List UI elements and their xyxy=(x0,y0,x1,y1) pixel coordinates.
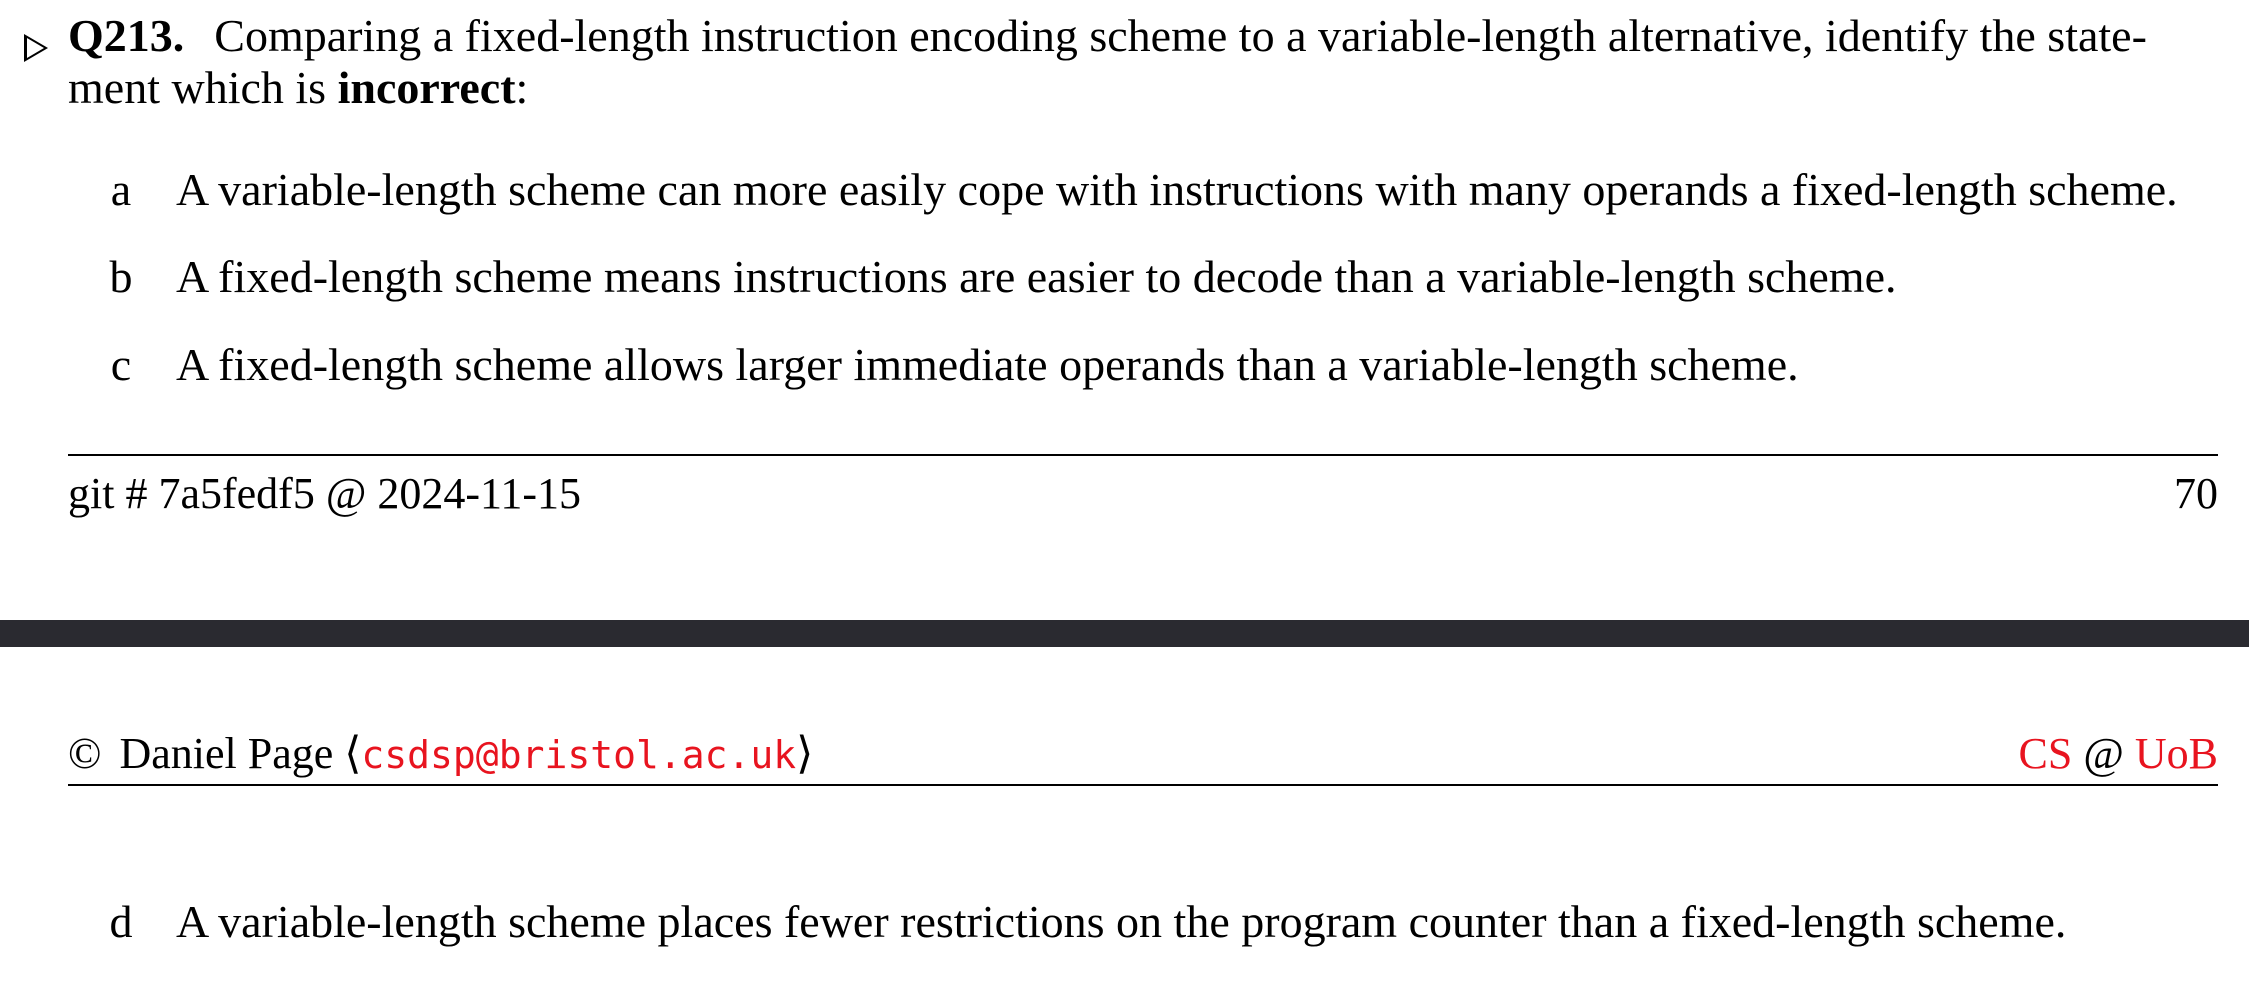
option-letter: d xyxy=(109,896,133,947)
triangle-marker-icon xyxy=(24,34,48,62)
option-letter: c xyxy=(110,339,132,390)
option-text: A fixed-length scheme allows larger imme… xyxy=(176,339,1799,390)
copyright-symbol: © xyxy=(68,729,102,778)
footer-rule xyxy=(68,454,2218,456)
email-link[interactable]: csdsp@bristol.ac.uk xyxy=(361,733,796,777)
at-symbol: @ xyxy=(2083,729,2124,778)
page-header: © Daniel Page ⟨csdsp@bristol.ac.uk⟩ CS @ … xyxy=(68,728,2218,786)
option-text: A fixed-length scheme means instructions… xyxy=(176,251,1897,302)
author-name: Daniel Page xyxy=(119,729,334,778)
open-bracket: ⟨ xyxy=(344,729,362,778)
question-number: Q213. xyxy=(68,10,185,61)
footer-page-number: 70 xyxy=(2174,469,2218,518)
footer-git-info: git # 7a5fedf5 @ 2024-11-15 xyxy=(68,469,582,518)
document-page: Q213. Comparing a fixed-length instructio… xyxy=(0,0,2249,981)
option-text: A variable-length scheme can more easily… xyxy=(176,164,2178,215)
question-text: Q213. Comparing a fixed-length instructio… xyxy=(68,10,2218,114)
university-link[interactable]: UoB xyxy=(2135,729,2218,778)
header-author: © Daniel Page ⟨csdsp@bristol.ac.uk⟩ xyxy=(68,728,813,781)
option-letter: b xyxy=(109,251,133,302)
close-bracket: ⟩ xyxy=(796,729,814,778)
option-text: A variable-length scheme places fewer re… xyxy=(176,896,2067,947)
dept-link[interactable]: CS xyxy=(2019,729,2073,778)
option-letter: a xyxy=(110,164,132,215)
question-emphasis: incorrect xyxy=(337,62,516,113)
page-separator-band xyxy=(0,620,2249,647)
question-colon: : xyxy=(515,62,529,113)
header-affiliation: CS @ UoB xyxy=(2019,728,2218,780)
